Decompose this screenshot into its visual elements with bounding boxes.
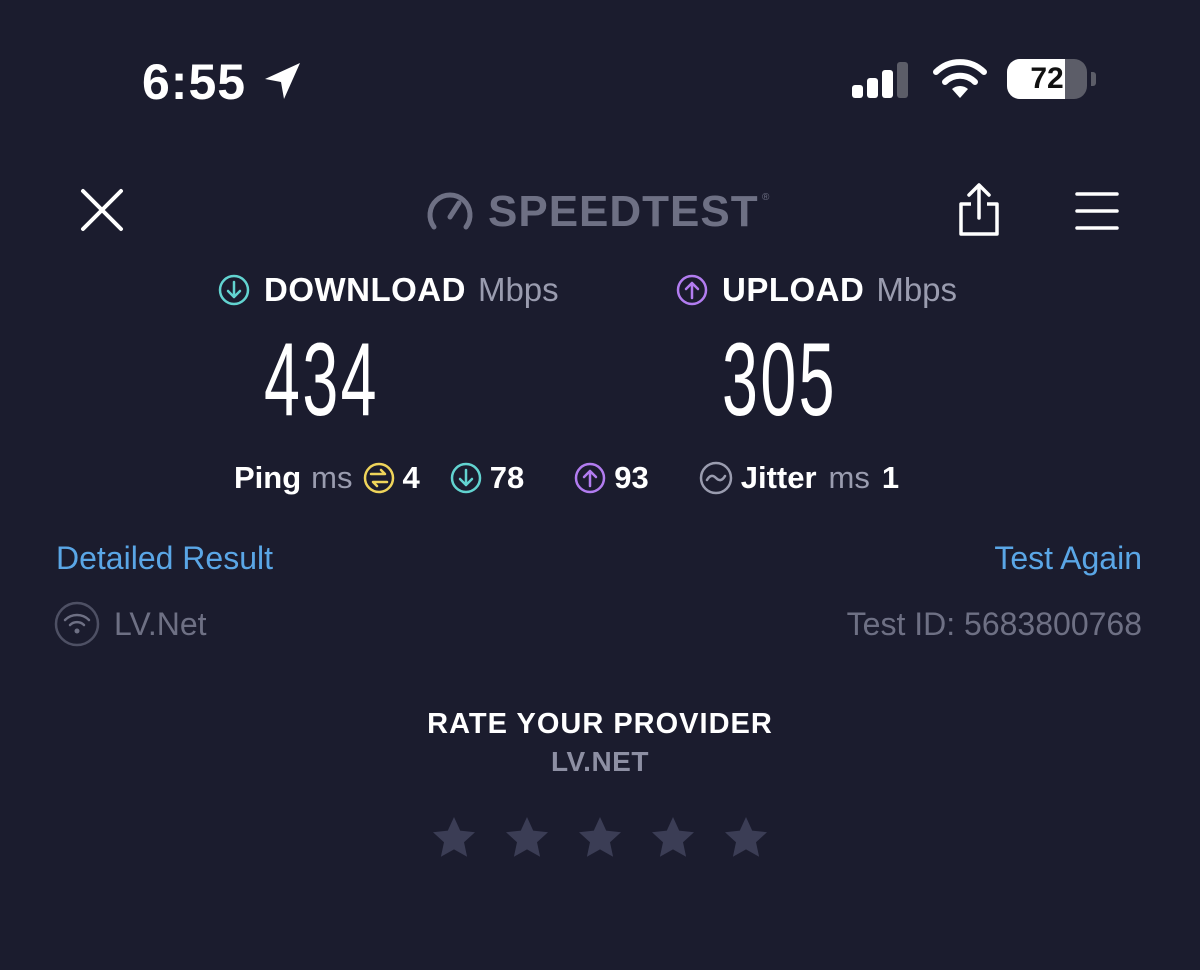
rate-provider-name: LV.NET [551,746,649,777]
wifi-icon [933,59,987,98]
ping-download-value: 78 [489,460,525,495]
ping-idle-value: 4 [402,460,420,495]
star-icon-2[interactable] [503,814,551,862]
download-label: DOWNLOAD Mbps [218,270,559,310]
battery-percentage: 72 [1030,62,1064,95]
provider-name: LV.Net [114,606,207,642]
hamburger-menu-icon[interactable] [1074,190,1120,232]
test-id: Test ID: 5683800768 [846,606,1142,642]
cellular-signal-icon [852,62,908,98]
upload-speed-value: 305 [722,322,838,438]
share-icon[interactable] [955,182,1003,238]
test-again-link[interactable]: Test Again [994,538,1142,578]
star-icon-4[interactable] [649,814,697,862]
download-title: DOWNLOAD [264,271,466,308]
close-icon[interactable] [78,186,126,234]
detailed-result-link[interactable]: Detailed Result [56,538,273,578]
ping-unit: ms [311,460,353,495]
download-arrow-icon [218,274,250,306]
upload-title: UPLOAD [722,271,865,308]
star-icon-5[interactable] [722,814,770,862]
jitter-icon [699,461,732,495]
battery-icon: 72 [1007,59,1096,101]
idle-latency-icon [363,462,394,494]
upload-arrow-icon [676,274,708,306]
location-arrow-icon [265,63,300,99]
ping-label: Ping [234,460,302,495]
logo-registered-mark: ® [762,192,770,203]
star-rating[interactable] [430,814,770,864]
download-speed-value: 434 [264,322,380,438]
upload-label: UPLOAD Mbps [676,270,957,310]
star-icon-3[interactable] [576,814,624,862]
ping-jitter-row: Ping ms 4 78 93 Jitter ms 1 [234,456,899,500]
speedometer-icon [427,192,473,230]
upload-unit: Mbps [876,271,958,308]
jitter-label: Jitter [740,460,817,495]
ping-upload-value: 93 [614,460,649,495]
jitter-value: 1 [881,460,900,495]
upload-latency-icon [574,462,606,494]
speedtest-logo: SPEEDTEST [488,187,759,236]
star-icon-1[interactable] [430,814,478,862]
status-time: 6:55 [142,54,247,110]
jitter-unit: ms [828,460,870,495]
wifi-provider-icon [54,601,100,647]
rate-provider-title: RATE YOUR PROVIDER [427,708,773,740]
download-unit: Mbps [477,271,559,308]
download-latency-icon [450,462,481,494]
